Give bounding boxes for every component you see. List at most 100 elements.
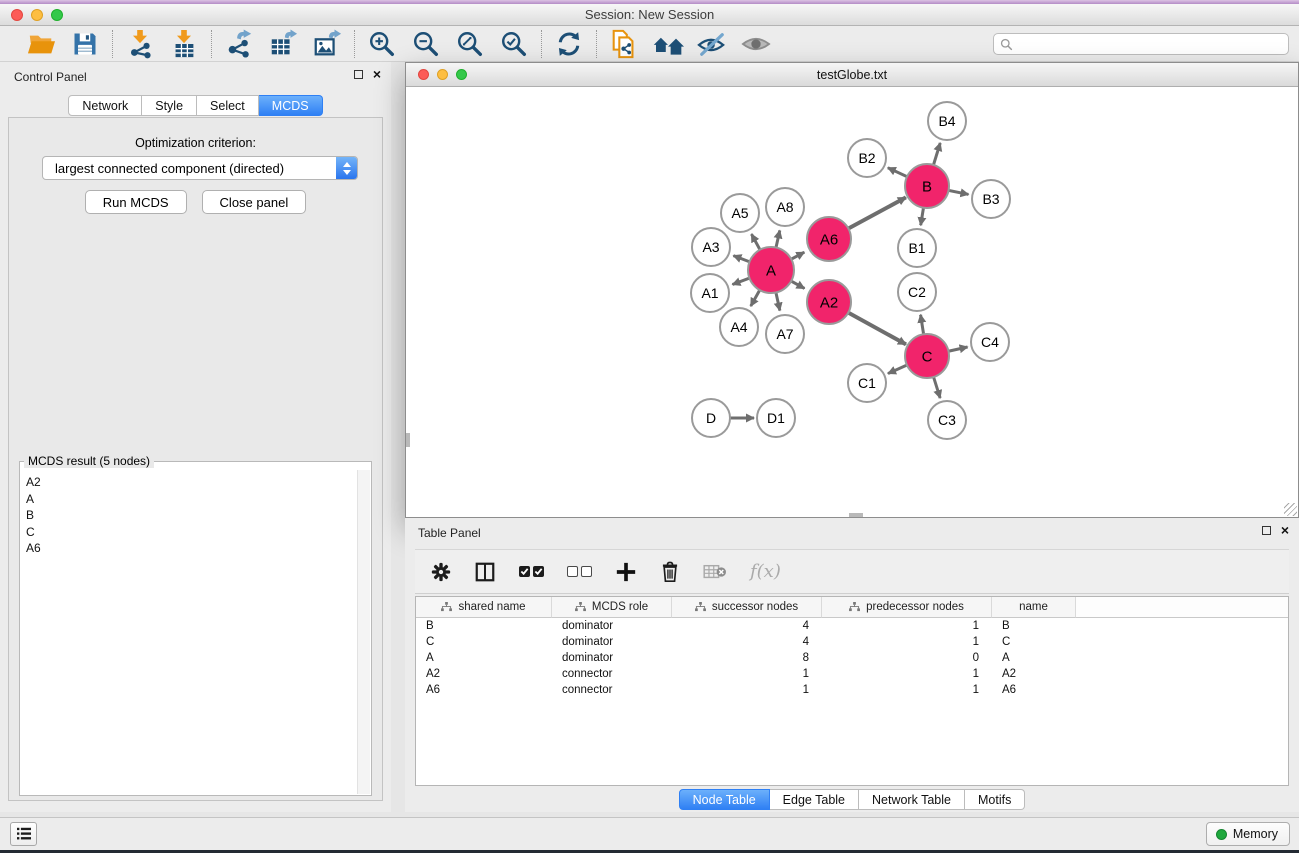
zoom-out-icon[interactable] [410, 29, 442, 59]
criterion-dropdown[interactable]: largest connected component (directed) [42, 156, 358, 180]
close-table-panel-icon[interactable]: × [1281, 526, 1289, 535]
graph-node-A5[interactable]: A5 [721, 194, 759, 232]
open-session-icon[interactable] [25, 29, 57, 59]
save-session-icon[interactable] [69, 29, 101, 59]
clone-network-icon[interactable] [608, 29, 640, 59]
svg-text:C2: C2 [908, 284, 926, 300]
node-table[interactable]: shared name MCDS role successor nodes pr… [415, 596, 1289, 786]
list-item[interactable]: A [26, 491, 356, 508]
graph-node-B3[interactable]: B3 [972, 180, 1010, 218]
graph-node-B4[interactable]: B4 [928, 102, 966, 140]
delete-row-trash-icon[interactable] [660, 561, 680, 583]
graph-node-A4[interactable]: A4 [720, 308, 758, 346]
tab-edge-table[interactable]: Edge Table [770, 789, 859, 810]
column-header-shared-name[interactable]: shared name [416, 597, 552, 618]
zoom-selected-icon[interactable] [498, 29, 530, 59]
close-panel-icon[interactable]: × [373, 70, 381, 79]
tab-mcds[interactable]: MCDS [259, 95, 323, 116]
control-panel: Control Panel × Network Style Select MCD… [0, 62, 391, 812]
graph-node-C1[interactable]: C1 [848, 364, 886, 402]
list-item[interactable]: C [26, 524, 356, 541]
main-area: Control Panel × Network Style Select MCD… [0, 62, 1299, 817]
graph-node-B1[interactable]: B1 [898, 229, 936, 267]
column-header-predecessor-nodes[interactable]: predecessor nodes [822, 597, 992, 618]
column-header-successor-nodes[interactable]: successor nodes [672, 597, 822, 618]
network-window-titlebar[interactable]: testGlobe.txt [406, 63, 1298, 87]
graph-node-A3[interactable]: A3 [692, 228, 730, 266]
graph-node-D1[interactable]: D1 [757, 399, 795, 437]
search-field[interactable] [993, 33, 1289, 55]
add-row-icon[interactable] [615, 561, 637, 583]
graph-node-A[interactable]: A [748, 247, 794, 293]
control-panel-title: Control Panel [14, 70, 87, 84]
column-header-mcds-role[interactable]: MCDS role [552, 597, 672, 618]
export-table-icon[interactable] [267, 29, 299, 59]
task-history-button[interactable] [10, 822, 37, 846]
tab-style[interactable]: Style [142, 95, 197, 116]
table-row[interactable]: A2 connector 1 1 A2 [416, 666, 1288, 682]
import-network-icon[interactable] [124, 29, 156, 59]
graph-node-C4[interactable]: C4 [971, 323, 1009, 361]
tab-motifs[interactable]: Motifs [965, 789, 1025, 810]
graph-node-C[interactable]: C [905, 334, 949, 378]
svg-text:D: D [706, 410, 716, 426]
svg-text:A7: A7 [776, 326, 793, 342]
show-all-eye-icon[interactable] [740, 29, 772, 59]
result-scrollbar[interactable] [357, 470, 370, 794]
graph-node-A7[interactable]: A7 [766, 315, 804, 353]
float-table-panel-icon[interactable] [1262, 526, 1271, 535]
hide-selected-eye-icon[interactable] [696, 29, 728, 59]
network-canvas[interactable]: B4 B2 B B3 A5A8A6 A3 B1 A A1 C2 A2 A4 A7 C C4 C1 C3 D D1 [406, 88, 1298, 517]
svg-text:B: B [922, 178, 932, 195]
window-resize-grip[interactable] [1284, 503, 1297, 516]
list-item[interactable]: A6 [26, 540, 356, 557]
column-browser-icon[interactable] [474, 561, 496, 583]
mcds-result-list[interactable]: A2 A B C A6 [21, 470, 356, 794]
list-item[interactable]: A2 [26, 474, 356, 491]
memory-button[interactable]: Memory [1206, 822, 1290, 846]
float-panel-icon[interactable] [354, 70, 363, 79]
graph-node-A1[interactable]: A1 [691, 274, 729, 312]
zoom-in-icon[interactable] [366, 29, 398, 59]
svg-text:D1: D1 [767, 410, 785, 426]
graph-node-A2[interactable]: A2 [807, 280, 851, 324]
svg-text:A: A [766, 262, 776, 279]
graph-node-A8[interactable]: A8 [766, 188, 804, 226]
refresh-icon[interactable] [553, 29, 585, 59]
graph-node-D[interactable]: D [692, 399, 730, 437]
run-mcds-button[interactable]: Run MCDS [85, 190, 187, 214]
home-icon[interactable] [652, 29, 684, 59]
svg-text:C1: C1 [858, 375, 876, 391]
deselect-all-icon[interactable] [567, 566, 592, 577]
table-row[interactable]: B dominator 4 1 B [416, 618, 1288, 634]
tab-network[interactable]: Network [68, 95, 142, 116]
graph-node-B[interactable]: B [905, 164, 949, 208]
graph-node-C3[interactable]: C3 [928, 401, 966, 439]
table-row[interactable]: A dominator 8 0 A [416, 650, 1288, 666]
svg-text:B3: B3 [982, 191, 999, 207]
export-image-icon[interactable] [311, 29, 343, 59]
close-panel-button[interactable]: Close panel [202, 190, 307, 214]
network-graph[interactable]: B4 B2 B B3 A5A8A6 A3 B1 A A1 C2 A2 A4 A7 C C4 C1 C3 D D1 [406, 88, 1298, 517]
column-header-name[interactable]: name [992, 597, 1076, 618]
list-item[interactable]: B [26, 507, 356, 524]
table-row[interactable]: C dominator 4 1 C [416, 634, 1288, 650]
zoom-fit-icon[interactable] [454, 29, 486, 59]
select-all-icon[interactable] [519, 566, 544, 577]
tab-select[interactable]: Select [197, 95, 259, 116]
graph-node-A6[interactable]: A6 [807, 217, 851, 261]
export-network-icon[interactable] [223, 29, 255, 59]
function-builder-icon[interactable]: f(x) [750, 561, 781, 582]
memory-label: Memory [1233, 827, 1278, 841]
tab-network-table[interactable]: Network Table [859, 789, 965, 810]
table-row[interactable]: A6 connector 1 1 A6 [416, 682, 1288, 698]
tab-node-table[interactable]: Node Table [679, 789, 770, 810]
svg-text:C3: C3 [938, 412, 956, 428]
settings-gear-icon[interactable] [431, 562, 451, 582]
import-table-icon[interactable] [168, 29, 200, 59]
graph-node-B2[interactable]: B2 [848, 139, 886, 177]
graph-node-C2[interactable]: C2 [898, 273, 936, 311]
delete-table-icon[interactable] [703, 563, 727, 581]
svg-text:B1: B1 [908, 240, 925, 256]
search-input[interactable] [1018, 37, 1282, 51]
